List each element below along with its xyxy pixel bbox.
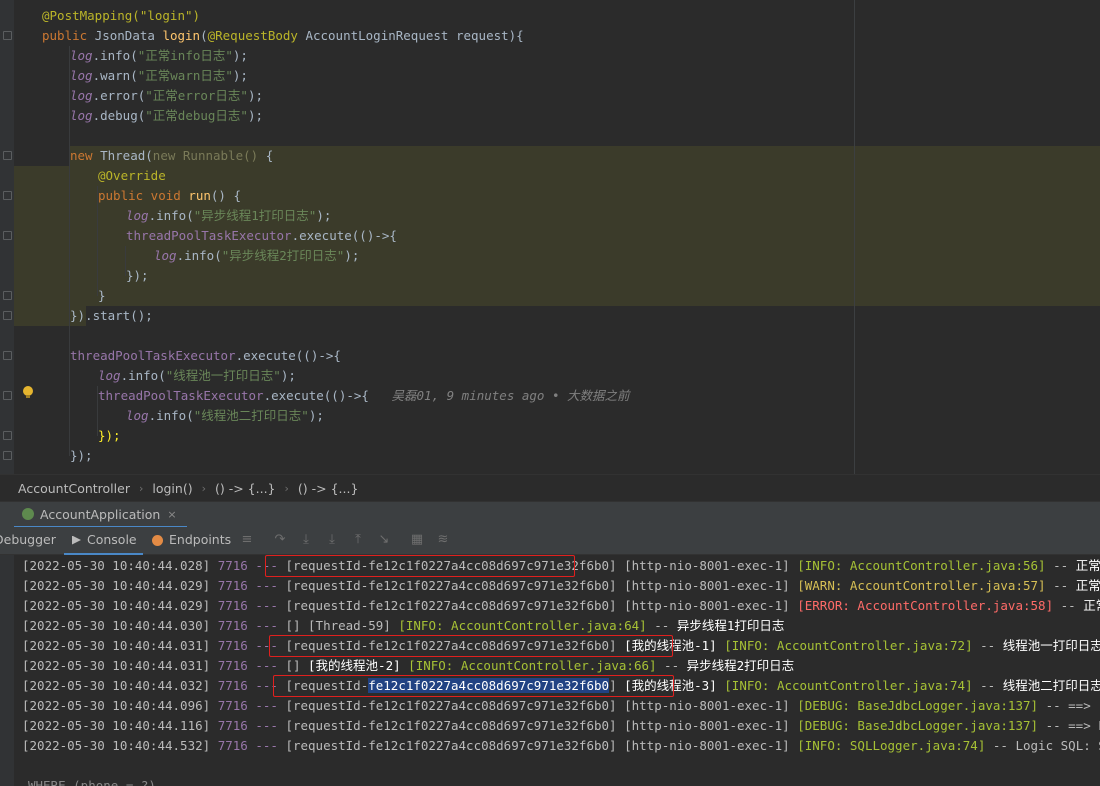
step-over-icon[interactable]: ↷ — [273, 533, 287, 547]
code-line: log.info("正常info日志"); — [70, 48, 248, 63]
console-toolbar: Debugger Console Endpoints ≡ ↷ ⤓ ⤓ ⤒ ↘ ▦… — [0, 527, 1100, 555]
tab-debugger[interactable]: Debugger — [0, 527, 56, 553]
force-step-into-icon[interactable]: ⤓ — [325, 533, 339, 547]
run-tool-window-header: AccountApplication × — [0, 501, 1100, 528]
fold-marker[interactable] — [3, 291, 12, 300]
fold-marker[interactable] — [3, 351, 12, 360]
spring-boot-icon — [22, 508, 34, 520]
console-icon — [72, 535, 81, 545]
breadcrumb-item[interactable]: () -> {...} — [215, 481, 276, 496]
fold-marker[interactable] — [3, 31, 12, 40]
chevron-right-icon: › — [284, 482, 289, 495]
annotation: @PostMapping("login") — [42, 8, 201, 23]
code-line: threadPoolTaskExecutor.execute(()->{ 吴磊0… — [98, 388, 630, 403]
code-line: }).start(); — [70, 308, 153, 323]
code-line: }); — [70, 448, 93, 463]
endpoints-icon — [152, 534, 163, 546]
fold-marker[interactable] — [3, 151, 12, 160]
code-line: log.info("异步线程1打印日志"); — [126, 208, 332, 223]
run-tab-accountapplication[interactable]: AccountApplication × — [14, 502, 187, 528]
breadcrumb-item[interactable]: login() — [152, 481, 192, 496]
log-line: [2022-05-30 10:40:44.030] 7716 --- [] [T… — [22, 618, 785, 633]
fold-marker[interactable] — [3, 391, 12, 400]
run-to-cursor-icon[interactable]: ↘ — [377, 533, 391, 547]
lightbulb-icon[interactable] — [23, 386, 33, 398]
log-line: [2022-05-30 10:40:44.096] 7716 --- [requ… — [22, 698, 1091, 713]
fold-marker[interactable] — [3, 231, 12, 240]
highlight-box — [269, 635, 673, 657]
console-output[interactable]: [2022-05-30 10:40:44.028] 7716 --- [requ… — [0, 555, 1100, 786]
right-margin — [854, 0, 855, 474]
log-line-trailing: WHERE (phone = ?) — [28, 778, 156, 786]
code-line: threadPoolTaskExecutor.execute(()->{ — [70, 348, 341, 363]
log-line: [2022-05-30 10:40:44.031] 7716 --- [] [我… — [22, 658, 795, 673]
breadcrumb-item[interactable]: () -> {...} — [298, 481, 359, 496]
git-blame-inline: 吴磊01, 9 minutes ago • 大数据之前 — [391, 388, 630, 403]
code-line: @Override — [98, 168, 166, 183]
chevron-right-icon: › — [201, 482, 206, 495]
code-line: log.warn("正常warn日志"); — [70, 68, 248, 83]
code-line: log.info("线程池二打印日志"); — [126, 408, 324, 423]
code-line: @PostMapping("login") — [42, 6, 200, 26]
code-line: log.debug("正常debug日志"); — [70, 108, 264, 123]
log-line: [2022-05-30 10:40:44.532] 7716 --- [requ… — [22, 738, 1100, 753]
tab-console[interactable]: Console — [64, 527, 143, 555]
code-line: }); — [126, 268, 149, 283]
breadcrumb: AccountController › login() › () -> {...… — [0, 474, 1100, 502]
code-line: new Thread(new Runnable() { — [70, 148, 274, 163]
fold-marker[interactable] — [3, 431, 12, 440]
menu-icon[interactable]: ≡ — [240, 533, 254, 547]
code-editor[interactable]: @PostMapping("login") public JsonData lo… — [0, 0, 1100, 474]
step-into-icon[interactable]: ⤓ — [299, 533, 313, 547]
log-line: [2022-05-30 10:40:44.029] 7716 --- [requ… — [22, 598, 1100, 613]
code-line: threadPoolTaskExecutor.execute(()->{ — [126, 228, 397, 243]
code-line: }); — [98, 428, 121, 443]
code-line: public JsonData login(@RequestBody Accou… — [42, 28, 524, 43]
tab-endpoints[interactable]: Endpoints — [152, 527, 231, 553]
code-line: log.error("正常error日志"); — [70, 88, 264, 103]
highlight-box — [273, 675, 674, 697]
settings-icon[interactable]: ≋ — [436, 533, 450, 547]
console-sidebar — [0, 555, 14, 786]
chevron-right-icon: › — [138, 482, 144, 495]
code-line: log.info("异步线程2打印日志"); — [154, 248, 360, 263]
fold-marker[interactable] — [3, 191, 12, 200]
step-out-icon[interactable]: ⤒ — [351, 533, 365, 547]
breadcrumb-item[interactable]: AccountController — [18, 481, 130, 496]
fold-marker[interactable] — [3, 451, 12, 460]
highlight-box — [265, 555, 575, 577]
run-tab-label: AccountApplication — [40, 506, 161, 522]
log-line: [2022-05-30 10:40:44.116] 7716 --- [requ… — [22, 718, 1100, 733]
code-line: log.info("线程池一打印日志"); — [98, 368, 296, 383]
code-line: public void run() { — [98, 188, 242, 203]
log-line: [2022-05-30 10:40:44.029] 7716 --- [requ… — [22, 578, 1100, 593]
evaluate-icon[interactable]: ▦ — [410, 533, 424, 547]
code-line: } — [98, 288, 106, 303]
close-icon[interactable]: × — [167, 508, 176, 521]
fold-marker[interactable] — [3, 311, 12, 320]
